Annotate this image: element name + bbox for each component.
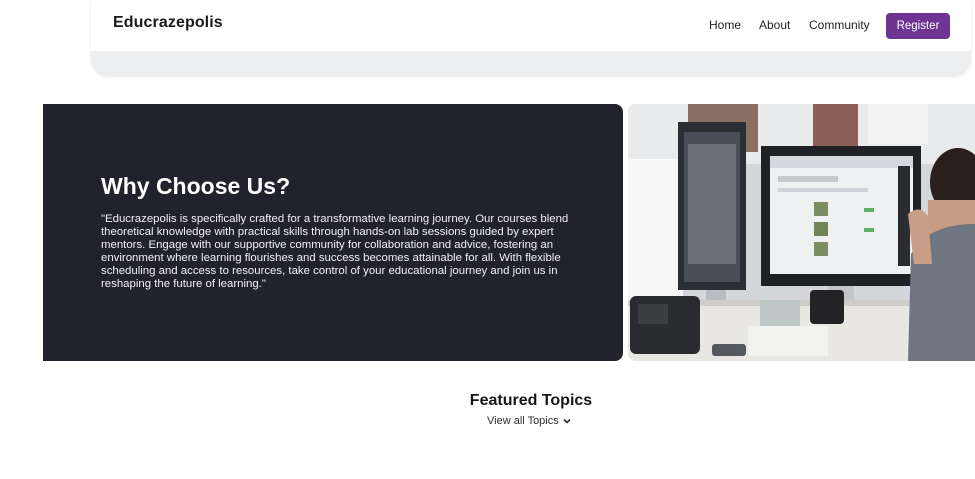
nav-link-about[interactable]: About [759,18,790,32]
featured-topics-heading: Featured Topics [469,392,593,409]
workspace-illustration [628,104,975,361]
why-choose-us-description: "Educrazepolis is specifically crafted f… [101,213,569,291]
nav-link-community[interactable]: Community [809,18,870,32]
chevron-down-icon [563,418,571,424]
register-button[interactable]: Register [886,13,950,39]
site-logo[interactable]: Educrazepolis [113,14,223,32]
learning-workspace-image [628,104,975,361]
view-all-topics-label: View all Topics [487,415,559,427]
nav-link-home[interactable]: Home [709,18,741,32]
view-all-topics-link[interactable]: View all Topics [487,415,572,427]
why-choose-us-heading: Why Choose Us? [101,173,291,199]
page: Educrazepolis Home About Community Regis… [0,0,975,479]
